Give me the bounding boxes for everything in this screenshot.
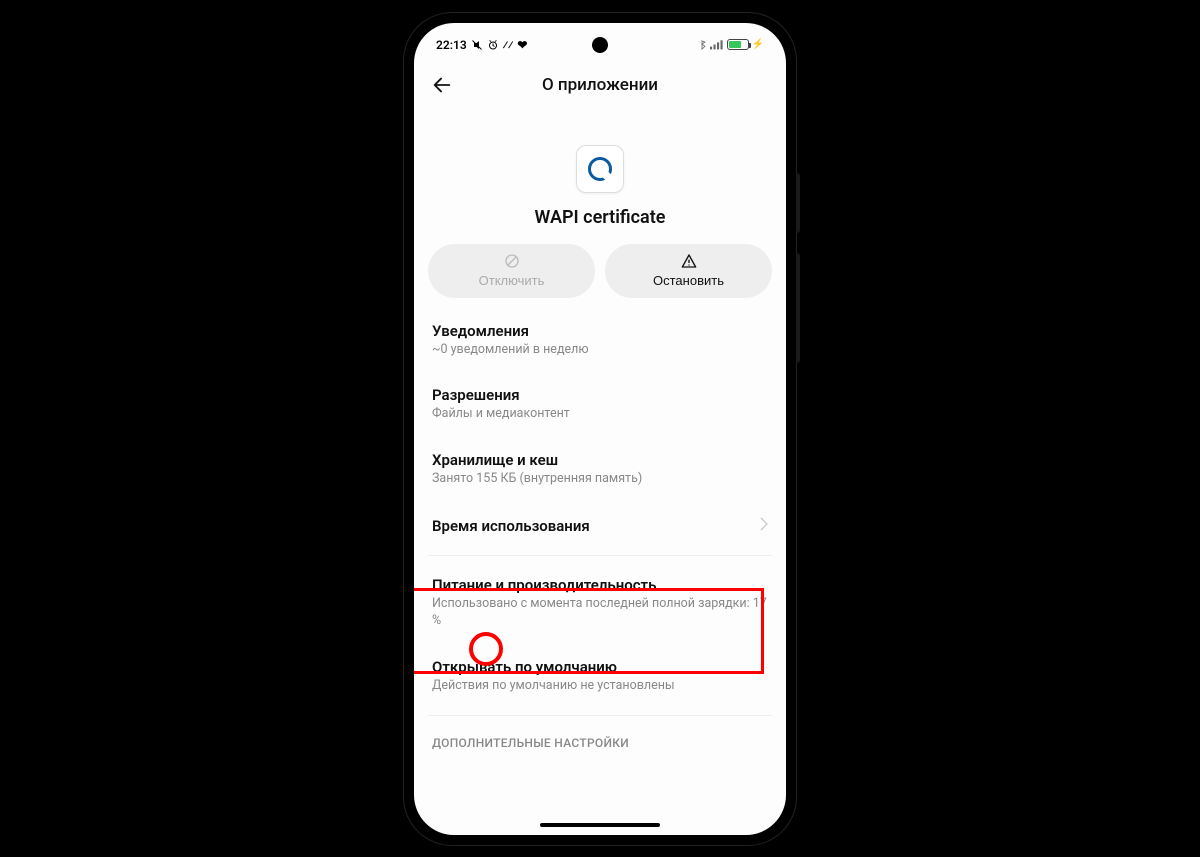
item-sub: Занято 155 КБ (внутренняя память) (432, 471, 768, 488)
stop-button[interactable]: Остановить (605, 244, 772, 298)
camera-notch (592, 37, 608, 53)
alarm-icon (487, 39, 499, 51)
app-info: WAPI certificate (414, 145, 786, 228)
back-button[interactable] (430, 73, 454, 97)
disable-icon (504, 253, 520, 272)
disable-label: Отключить (479, 273, 545, 288)
app-name: WAPI certificate (535, 207, 666, 228)
item-sub: Действия по умолчанию не установлены (432, 678, 768, 695)
charging-icon: ⚡ (752, 39, 764, 50)
item-sub: Файлы и медиаконтент (432, 406, 768, 423)
header: О приложении (414, 61, 786, 105)
screen: 22:13 ⁄⁄ ❤ ⚡ (414, 23, 786, 835)
section-header-additional: ДОПОЛНИТЕЛЬНЫЕ НАСТРОЙКИ (428, 722, 772, 756)
status-right: ⚡ (697, 39, 764, 51)
list-item-battery[interactable]: Питание и производительность Использован… (428, 562, 772, 644)
stop-label: Остановить (653, 273, 724, 288)
phone-frame: 22:13 ⁄⁄ ❤ ⚡ (404, 13, 796, 845)
item-sub: Использовано с момента последней полной … (432, 596, 768, 630)
item-title: Питание и производительность (432, 576, 768, 594)
item-title: Время использования (432, 517, 760, 535)
list-item-permissions[interactable]: Разрешения Файлы и медиаконтент (428, 372, 772, 437)
list-item-screentime[interactable]: Время использования (428, 502, 772, 549)
bluetooth-icon (697, 39, 707, 51)
misc-icon-2: ❤ (517, 38, 527, 52)
list-item-defaults[interactable]: Открывать по умолчанию Действия по умолч… (428, 644, 772, 709)
signal-icon (710, 39, 724, 50)
settings-list: Уведомления ~0 уведомлений в неделю Разр… (414, 308, 786, 827)
chevron-right-icon (760, 516, 768, 535)
list-item-notifications[interactable]: Уведомления ~0 уведомлений в неделю (428, 308, 772, 373)
item-title: Хранилище и кеш (432, 451, 768, 469)
side-button-2 (796, 253, 800, 363)
app-icon (576, 145, 624, 193)
nav-bar (414, 827, 786, 835)
item-sub: ~0 уведомлений в неделю (432, 342, 768, 359)
side-button-1 (796, 173, 800, 233)
divider (428, 555, 772, 556)
disable-button: Отключить (428, 244, 595, 298)
warning-icon (681, 253, 697, 272)
divider (428, 715, 772, 716)
mute-icon (471, 39, 483, 51)
item-title: Уведомления (432, 322, 768, 340)
list-item-storage[interactable]: Хранилище и кеш Занято 155 КБ (внутрення… (428, 437, 772, 502)
battery-icon (727, 39, 749, 50)
item-title: Разрешения (432, 386, 768, 404)
action-row: Отключить Остановить (414, 228, 786, 308)
status-time: 22:13 (436, 38, 467, 52)
misc-icon-1: ⁄⁄ (503, 38, 514, 52)
page-title: О приложении (542, 75, 658, 95)
status-left: 22:13 ⁄⁄ ❤ (436, 38, 527, 52)
item-title: Открывать по умолчанию (432, 658, 768, 676)
